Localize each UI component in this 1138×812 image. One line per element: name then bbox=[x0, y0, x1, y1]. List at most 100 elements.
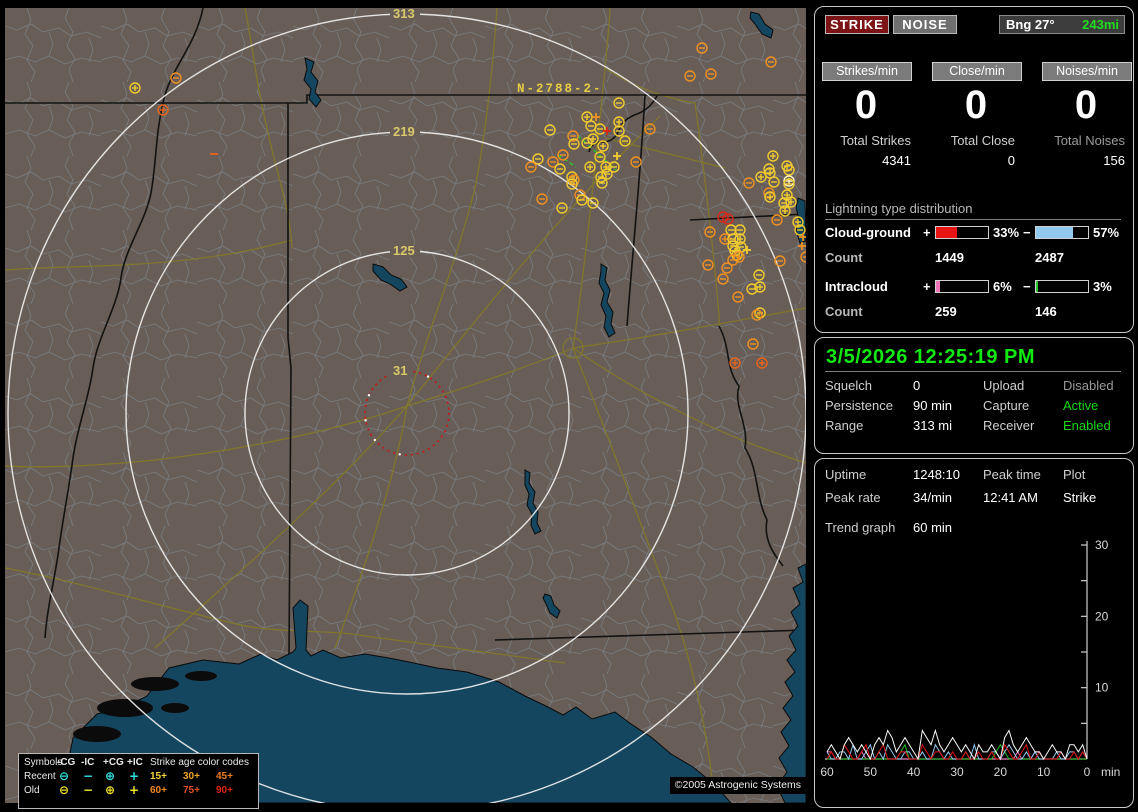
legend-age-30+: 30+ bbox=[183, 771, 200, 782]
upload-value: Disabled bbox=[1063, 378, 1114, 393]
peak-time-value: 12:41 AM bbox=[983, 490, 1038, 505]
cg-neg-bar bbox=[1035, 226, 1089, 239]
capture-label: Capture bbox=[983, 398, 1030, 413]
distribution-title: Lightning type distribution bbox=[825, 201, 1121, 220]
minus-sign: − bbox=[1023, 225, 1031, 240]
count-label: Count bbox=[825, 250, 863, 265]
divider bbox=[825, 371, 1121, 372]
noises-per-min-value: 0 bbox=[1074, 83, 1098, 127]
capture-value: Active bbox=[1063, 398, 1099, 413]
svg-text:20: 20 bbox=[994, 765, 1008, 779]
noise-button[interactable]: NOISE bbox=[893, 15, 957, 34]
legend-age-60+: 60+ bbox=[150, 785, 167, 796]
receiver-label: Receiver bbox=[983, 418, 1035, 433]
svg-text:30: 30 bbox=[1095, 538, 1109, 552]
legend-col-+IC: +IC bbox=[127, 757, 143, 768]
uptime-label: Uptime bbox=[825, 467, 867, 482]
svg-text:20: 20 bbox=[1095, 609, 1109, 623]
strikes-per-min-button[interactable]: Strikes/min bbox=[822, 62, 912, 81]
svg-text:30: 30 bbox=[950, 765, 964, 779]
noises-per-min-button[interactable]: Noises/min bbox=[1042, 62, 1132, 81]
strikestar-app: { "header": { "strike_button": "STRIKE",… bbox=[0, 0, 1138, 812]
legend-col--IC: -IC bbox=[81, 757, 95, 768]
legend-age-15+: 15+ bbox=[150, 771, 167, 782]
ic-pos-pct: 6% bbox=[993, 279, 1012, 294]
legend-col-+CG: +CG bbox=[103, 757, 124, 768]
svg-text:10: 10 bbox=[1095, 681, 1109, 695]
upload-label: Upload bbox=[983, 378, 1025, 393]
plus-sign: + bbox=[923, 279, 931, 294]
symbols-legend: Symbols -CG -IC +CG +IC Strike age color code… bbox=[18, 753, 259, 809]
peak-rate-label: Peak rate bbox=[825, 490, 881, 505]
close-per-min-value: 0 bbox=[964, 83, 988, 127]
trend-graph-label: Trend graph bbox=[825, 520, 896, 535]
legend-symbol-cgp: ⊕ bbox=[105, 769, 116, 783]
strike-button[interactable]: STRIKE bbox=[825, 15, 889, 34]
squelch-value: 0 bbox=[913, 378, 921, 393]
svg-text:10: 10 bbox=[1037, 765, 1051, 779]
legend-age-45+: 45+ bbox=[216, 771, 233, 782]
peak-rate-value: 34/min bbox=[913, 490, 953, 505]
legend-col--CG: -CG bbox=[57, 757, 76, 768]
legend-row-recent: Recent bbox=[24, 771, 56, 782]
svg-text:31: 31 bbox=[393, 363, 407, 378]
receiver-value: Enabled bbox=[1063, 418, 1111, 433]
trend-graph: 10 20 30 60 50 40 30 20 10 0 min bbox=[820, 538, 1120, 779]
squelch-label: Squelch bbox=[825, 378, 872, 393]
bearing-label: Bng 27° bbox=[1006, 17, 1055, 32]
range-label: Range bbox=[825, 418, 864, 433]
uptime-value: 1248:10 bbox=[913, 467, 960, 482]
plus-sign: + bbox=[923, 225, 931, 240]
legend-symbol-cgp: ⊕ bbox=[105, 783, 116, 797]
legend-symbol-icp: + bbox=[129, 783, 140, 797]
bearing-display: Bng 27° 243mi bbox=[999, 15, 1125, 34]
svg-text:min: min bbox=[1101, 765, 1120, 779]
ic-neg-bar bbox=[1035, 280, 1089, 293]
svg-text:60: 60 bbox=[820, 765, 834, 779]
ic-pos-count: 259 bbox=[935, 304, 957, 319]
strikes-per-min-value: 0 bbox=[854, 83, 878, 127]
cloud-ground-label: Cloud-ground bbox=[825, 225, 911, 240]
close-per-min-button[interactable]: Close/min bbox=[932, 62, 1022, 81]
datetime: 3/5/2026 12:25:19 PM bbox=[826, 346, 1036, 368]
ic-neg-count: 146 bbox=[1035, 304, 1057, 319]
legend-symbol-icp: + bbox=[129, 769, 140, 783]
map-canvas: 313 219 125 31 N-2788-2- bbox=[5, 8, 806, 803]
trend-window-value: 60 min bbox=[913, 520, 953, 535]
lightning-map[interactable]: 313 219 125 31 N-2788-2- Symbols -CG -IC +CG +IC… bbox=[5, 8, 806, 809]
ic-pos-bar bbox=[935, 280, 989, 293]
total-noises-value: 156 bbox=[1103, 153, 1125, 168]
total-strikes-label: Total Strikes bbox=[840, 133, 911, 148]
svg-text:50: 50 bbox=[864, 765, 878, 779]
legend-age-title: Strike age color codes bbox=[150, 757, 249, 768]
stats-panel: Uptime 1248:10 Peak time Plot Peak rate … bbox=[814, 458, 1134, 808]
legend-symbol-icn: − bbox=[83, 783, 94, 797]
total-close-value: 0 bbox=[1007, 153, 1015, 168]
cg-neg-pct: 57% bbox=[1093, 225, 1120, 240]
total-strikes-value: 4341 bbox=[882, 153, 911, 168]
legend-row-old: Old bbox=[24, 785, 40, 796]
cg-pos-bar bbox=[935, 226, 989, 239]
count-label: Count bbox=[825, 304, 863, 319]
status-panel: 3/5/2026 12:25:19 PM Squelch 0 Upload Di… bbox=[814, 337, 1134, 454]
total-close-label: Total Close bbox=[950, 133, 1015, 148]
intracloud-label: Intracloud bbox=[825, 279, 888, 294]
svg-text:125: 125 bbox=[393, 243, 415, 258]
svg-text:313: 313 bbox=[393, 8, 415, 21]
copyright: ©2005 Astrogenic Systems bbox=[669, 777, 806, 794]
legend-symbol-icn: − bbox=[83, 769, 94, 783]
ic-neg-pct: 3% bbox=[1093, 279, 1112, 294]
bearing-distance: 243mi bbox=[1082, 17, 1119, 32]
legend-symbol-cgn: ⊖ bbox=[59, 783, 70, 797]
svg-text:40: 40 bbox=[907, 765, 921, 779]
svg-text:219: 219 bbox=[393, 124, 415, 139]
svg-text:N-2788-2-: N-2788-2- bbox=[517, 82, 603, 96]
plot-value: Strike bbox=[1063, 490, 1097, 505]
cg-neg-count: 2487 bbox=[1035, 250, 1064, 265]
counters-panel: STRIKE NOISE Bng 27° 243mi Strikes/min C… bbox=[814, 6, 1134, 333]
peak-time-label: Peak time bbox=[983, 467, 1041, 482]
range-value: 313 mi bbox=[913, 418, 953, 433]
cg-pos-pct: 33% bbox=[993, 225, 1020, 240]
persistence-value: 90 min bbox=[913, 398, 953, 413]
legend-age-90+: 90+ bbox=[216, 785, 233, 796]
